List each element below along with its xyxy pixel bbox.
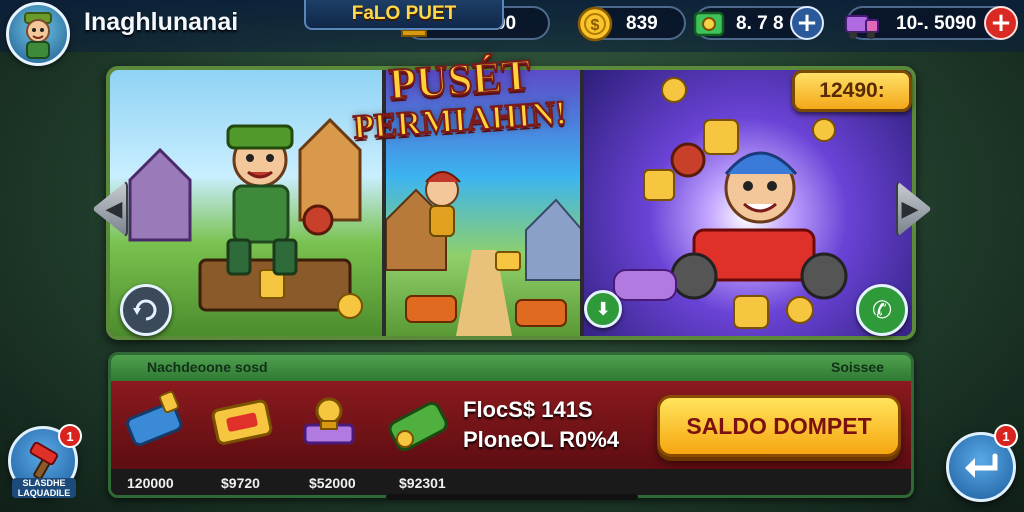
chevron-left-icon: ◀: [105, 196, 123, 222]
offer-line-1: FlocS$ 141S: [463, 397, 593, 422]
promo-title: PUSÉT PERMIAHIN!: [310, 49, 610, 147]
daily-reward-label: SLASDHE LAQUADILE: [12, 478, 76, 498]
promo-price-tag[interactable]: 12490:: [792, 70, 912, 112]
plus-icon: +: [796, 8, 818, 38]
call-button[interactable]: ✆: [856, 284, 908, 336]
offer-line-2: PloneOL R0%4: [463, 427, 620, 452]
add-gems-button[interactable]: +: [790, 6, 824, 40]
phone-icon: ✆: [871, 296, 893, 324]
coins-value: 839: [626, 13, 658, 34]
explorer-avatar-icon: [24, 12, 52, 59]
shop-header: Nachdeoone sosd Soissee: [111, 355, 911, 381]
player-avatar[interactable]: [6, 2, 70, 66]
arrow-down-icon: ⬇: [595, 298, 611, 320]
return-arrow-icon: [965, 453, 998, 478]
purple-truck-icon: [845, 15, 879, 39]
add-trucks-button[interactable]: +: [984, 6, 1018, 40]
item-price: $92301: [399, 475, 446, 491]
saldo-dompet-button[interactable]: SALDO DOMPET: [657, 395, 901, 457]
plus-icon: +: [990, 8, 1012, 38]
gold-ticket-icon[interactable]: [209, 391, 277, 453]
green-cannon-icon[interactable]: [383, 391, 455, 457]
shop-panel: Nachdeoone sosd Soissee FlocS$ 141S Plon…: [108, 352, 914, 498]
item-price: $52000: [309, 475, 356, 491]
shop-tab-title[interactable]: FaLO PUET: [304, 0, 504, 30]
item-price: 120000: [127, 475, 174, 491]
gold-coin-icon: $: [577, 6, 613, 42]
download-button[interactable]: ⬇: [584, 290, 622, 328]
gems-value: 8. 7 8: [736, 13, 784, 34]
blue-battery-icon[interactable]: [123, 391, 191, 453]
refresh-icon: [133, 299, 157, 321]
green-gem-icon: [693, 11, 725, 37]
svg-text:$: $: [591, 17, 600, 34]
shop-items-row: FlocS$ 141S PloneOL R0%4 SALDO DOMPET: [111, 381, 911, 469]
currency-coins[interactable]: $ 839: [577, 6, 686, 42]
hammer-icon: [29, 441, 59, 480]
shop-header-left-label: Nachdeoone sosd: [147, 359, 268, 375]
notification-badge: 1: [58, 424, 82, 448]
item-price: $9720: [221, 475, 260, 491]
chevron-right-icon: ▶: [901, 196, 919, 222]
offer-details: FlocS$ 141S PloneOL R0%4: [463, 395, 619, 455]
trucks-value: 10-. 5090: [896, 13, 977, 34]
shop-header-right-label: Soissee: [831, 359, 884, 375]
treasure-scale-icon[interactable]: [295, 391, 363, 453]
notification-badge: 1: [994, 424, 1018, 448]
home-indicator-bar: [386, 494, 638, 500]
player-name: Inaghlunanai: [84, 8, 239, 36]
refresh-button[interactable]: [120, 284, 172, 336]
